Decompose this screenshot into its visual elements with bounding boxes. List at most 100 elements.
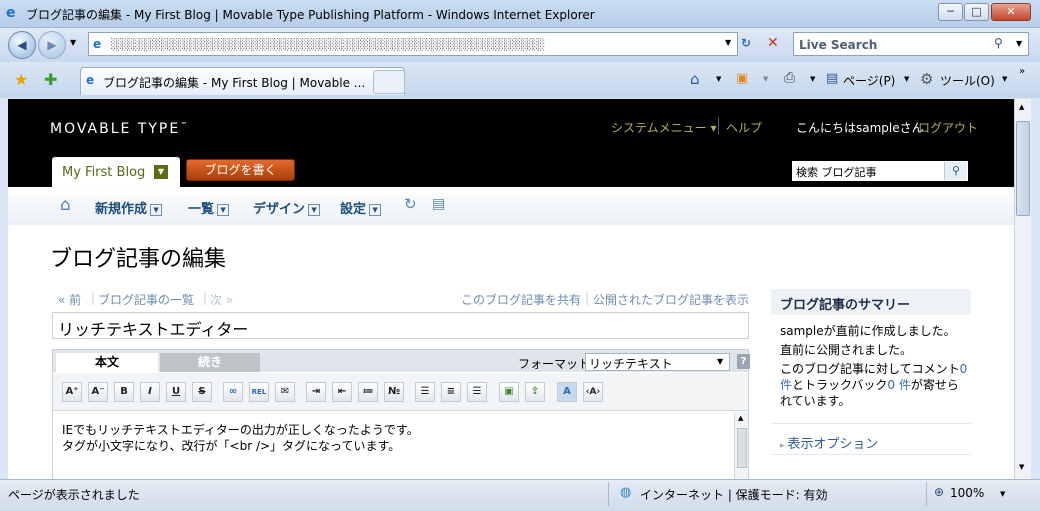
search-icon[interactable]: ⚲ (994, 36, 1003, 50)
home-icon[interactable]: ⌂ (690, 70, 700, 88)
format-select[interactable]: リッチテキスト ▼ (585, 353, 730, 371)
divider (771, 423, 971, 424)
source-mode-icon[interactable]: ‹A› (583, 382, 603, 402)
minimize-button[interactable]: ─ (938, 3, 963, 21)
system-menu-link[interactable]: システムメニュー ▾ (611, 119, 716, 136)
entry-summary-panel: ブログ記事のサマリー sampleが直前に作成しました。 直前に公開されました。… (771, 289, 971, 479)
search-dropdown-icon[interactable]: ▼ (1016, 39, 1022, 48)
editor-line: IEでもリッチテキストエディターの出力が正しくなったようです。 (62, 423, 419, 437)
new-tab-button[interactable] (373, 70, 405, 94)
nav-settings[interactable]: 設定 ▼ (340, 198, 382, 217)
insert-image-icon[interactable]: ▣ (499, 382, 519, 402)
trackbacks-count-link[interactable]: 0 件 (887, 378, 910, 392)
page-scroll-thumb[interactable] (1016, 121, 1030, 216)
mt-logo[interactable]: MOVABLE TYPE™ (50, 121, 187, 137)
print-icon[interactable]: ⎙ (784, 70, 795, 86)
editor-scrollbar[interactable]: ▲ (734, 412, 748, 479)
summary-author: sampleが直前に作成しました。 (780, 324, 956, 338)
tools-gear-icon: ⚙ (920, 70, 934, 88)
zoom-level[interactable]: 100% (950, 486, 984, 500)
view-published-link[interactable]: 公開されたブログ記事を表示 (593, 291, 749, 308)
italic-icon[interactable]: I (140, 382, 160, 402)
zoom-icon: ⊕ (934, 485, 945, 499)
chevron-more-icon[interactable]: » (1019, 66, 1025, 77)
prev-entry-link[interactable]: « 前 (58, 291, 81, 308)
feeds-dropdown-icon[interactable]: ▼ (763, 75, 768, 83)
strikethrough-icon[interactable]: S (192, 382, 212, 402)
insert-file-icon[interactable]: ⇪ (525, 382, 545, 402)
align-left-icon[interactable]: ☰ (415, 382, 435, 402)
back-button[interactable]: ◀ (8, 31, 36, 59)
indent-icon[interactable]: ⇥ (306, 382, 326, 402)
tools-menu-button[interactable]: ツール(O) (940, 72, 995, 89)
display-options-link[interactable]: ▸ 表示オプション (780, 433, 878, 452)
security-zone[interactable]: インターネット | 保護モード: 有効 (640, 486, 828, 503)
unlink-icon[interactable]: REL (249, 382, 269, 402)
editor-scroll-thumb[interactable] (737, 428, 747, 468)
logout-link[interactable]: ログアウト (918, 119, 978, 136)
page-dropdown-icon[interactable]: ▼ (904, 75, 909, 83)
live-search-box[interactable]: Live Search ⚲ ▼ (793, 32, 1029, 56)
blog-dropdown-icon[interactable]: ▼ (154, 165, 168, 179)
scroll-down-icon[interactable]: ▼ (1019, 463, 1024, 471)
tools-dropdown-icon[interactable]: ▼ (1002, 75, 1007, 83)
rebuild-icon[interactable]: ↻ (404, 195, 417, 213)
add-favorites-icon[interactable]: ✚ (44, 70, 57, 89)
scroll-up-icon[interactable]: ▲ (1019, 103, 1024, 111)
nav-new[interactable]: 新規作成 ▼ (95, 198, 163, 217)
link-icon[interactable]: ∞ (223, 382, 243, 402)
nav-list[interactable]: 一覧 ▼ (188, 198, 230, 217)
text-color-icon[interactable]: A (557, 382, 577, 402)
status-bar: ページが表示されました ◍ インターネット | 保護モード: 有効 ⊕ 100%… (0, 479, 1040, 511)
editor-body[interactable]: IEでもリッチテキストエディターの出力が正しくなったようです。 タグが小文字にな… (62, 422, 419, 454)
zoom-dropdown-icon[interactable]: ▼ (1000, 490, 1005, 498)
align-right-icon[interactable]: ☰ (467, 382, 487, 402)
next-entry-link[interactable]: 次 » (210, 291, 233, 308)
tab-label: ブログ記事の編集 - My First Blog | Movable ... (103, 76, 366, 90)
help-link[interactable]: ヘルプ (726, 119, 762, 136)
summary-feedback: このブログ記事に対してコメント0 件とトラックバック0 件が寄せられています。 (780, 362, 968, 408)
address-bar[interactable]: e ░░░░░░░░░░░░░░░░░░░░░░░░░░░░░░░░░░░░░░… (88, 32, 738, 56)
font-larger-icon[interactable]: A⁺ (62, 382, 82, 402)
entry-title-input[interactable]: リッチテキストエディター (52, 312, 749, 339)
refresh-icon[interactable]: ↻ (741, 36, 751, 50)
page-scrollbar[interactable]: ▲ ▼ (1014, 99, 1031, 479)
bold-icon[interactable]: B (114, 382, 134, 402)
chevron-down-icon: ▼ (217, 203, 230, 216)
site-search-icon[interactable]: ⚲ (944, 162, 967, 180)
maximize-button[interactable]: □ (964, 3, 989, 21)
page-menu-button[interactable]: ページ(P) (843, 72, 895, 89)
share-entry-link[interactable]: このブログ記事を共有 (461, 291, 581, 308)
browser-tab-active[interactable]: e ブログ記事の編集 - My First Blog | Movable ... (80, 67, 405, 95)
feeds-icon[interactable]: ▣ (736, 71, 748, 86)
home-dropdown-icon[interactable]: ▼ (716, 75, 721, 83)
view-site-icon[interactable]: ▤ (432, 196, 445, 212)
mt-navbar: ⌂ 新規作成 ▼ 一覧 ▼ デザイン ▼ 設定 ▼ ↻ ▤ (8, 187, 1014, 225)
tab-extended[interactable]: 続き (160, 353, 260, 372)
site-search-input[interactable]: 検索 ブログ記事 ⚲ (792, 161, 968, 181)
outdent-icon[interactable]: ⇤ (332, 382, 352, 402)
print-dropdown-icon[interactable]: ▼ (810, 75, 815, 83)
format-help-button[interactable]: ? (737, 354, 750, 369)
tab-body[interactable]: 本文 (56, 353, 158, 372)
align-center-icon[interactable]: ≡ (441, 382, 461, 402)
favorites-star-icon[interactable]: ★ (14, 70, 28, 89)
scroll-up-icon[interactable]: ▲ (738, 414, 743, 422)
forward-button[interactable]: ▶ (38, 31, 66, 59)
email-icon[interactable]: ✉ (275, 382, 295, 402)
underline-icon[interactable]: U (166, 382, 186, 402)
summary-title: ブログ記事のサマリー (780, 298, 911, 313)
blog-selector[interactable]: My First Blog ▼ (52, 157, 180, 187)
rich-text-editor: 本文 続き フォーマット: リッチテキスト ▼ ? A⁺ A⁻ B I U S … (52, 349, 750, 479)
address-dropdown-icon[interactable]: ▼ (725, 38, 731, 47)
bullet-list-icon[interactable]: ≔ (358, 382, 378, 402)
history-dropdown-icon[interactable]: ▼ (70, 38, 76, 47)
entry-list-link[interactable]: ブログ記事の一覧 (98, 291, 194, 308)
stop-icon[interactable]: ✕ (767, 35, 779, 51)
numbered-list-icon[interactable]: № (384, 382, 404, 402)
nav-design[interactable]: デザイン ▼ (253, 198, 321, 217)
dashboard-home-icon[interactable]: ⌂ (60, 195, 71, 215)
font-smaller-icon[interactable]: A⁻ (88, 382, 108, 402)
write-entry-button[interactable]: ブログを書く (186, 159, 295, 181)
close-window-button[interactable]: ✕ (991, 3, 1031, 21)
